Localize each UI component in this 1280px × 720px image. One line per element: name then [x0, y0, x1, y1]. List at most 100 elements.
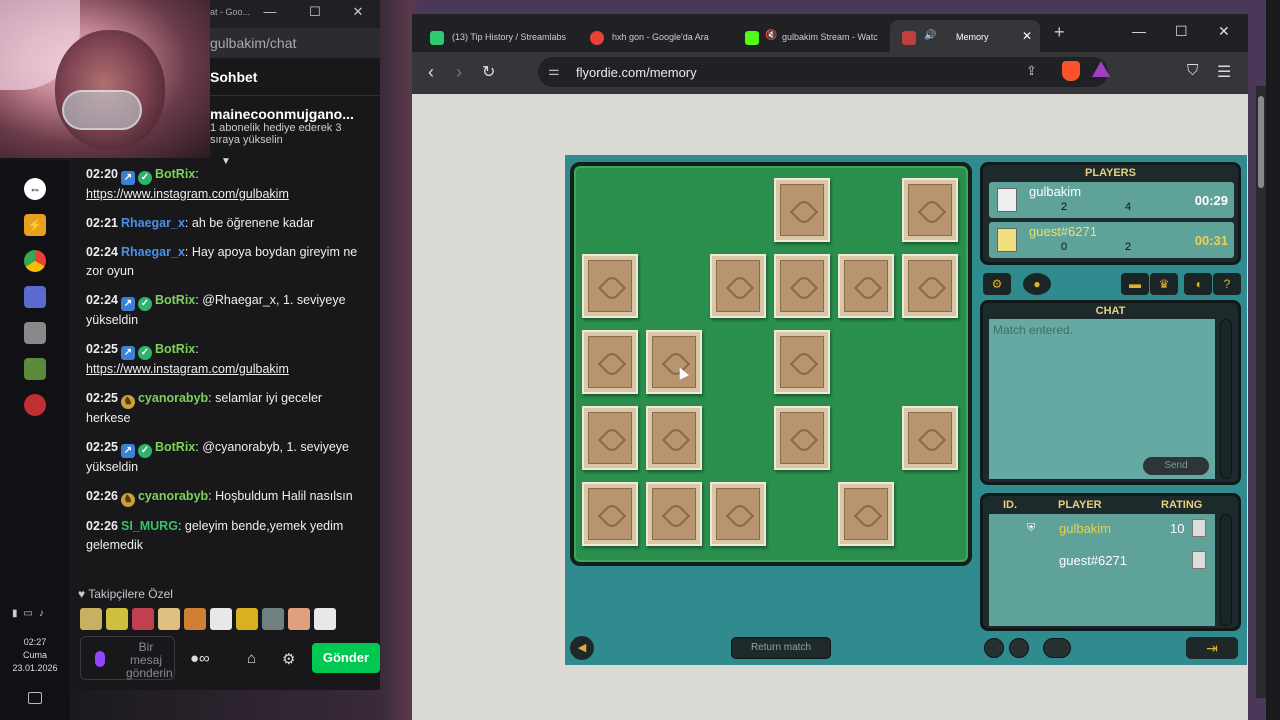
scrollbar-thumb[interactable]: [1258, 96, 1264, 188]
message-username[interactable]: Rhaegar_x: [121, 216, 185, 230]
message-username[interactable]: BotRix: [155, 167, 195, 181]
close-icon[interactable]: ✕: [1218, 23, 1230, 40]
url-field[interactable]: ⚌ flyordie.com/memory ⇪: [538, 57, 1108, 87]
reload-icon[interactable]: ↻: [482, 62, 495, 82]
notification-icon[interactable]: [28, 692, 42, 704]
store-icon[interactable]: ⌂: [247, 650, 256, 667]
exit-icon[interactable]: ⇥: [1186, 637, 1238, 659]
help-icon[interactable]: ?: [1213, 273, 1241, 295]
emote-icon[interactable]: [236, 608, 258, 630]
sound-icon[interactable]: ◀: [570, 636, 594, 660]
message-username[interactable]: cyanorabyb: [138, 391, 208, 405]
pinned-message[interactable]: mainecoonmujgano... 1 abonelik hediye ed…: [210, 98, 380, 156]
minimize-icon[interactable]: —: [1132, 23, 1146, 39]
message-username[interactable]: SI_MURG: [121, 519, 178, 533]
close-icon[interactable]: ✕: [348, 4, 368, 20]
chat-url-bar[interactable]: gulbakim/chat: [210, 28, 380, 58]
app-icon[interactable]: [24, 358, 46, 380]
app-icon[interactable]: ⇔: [24, 178, 46, 200]
site-settings-icon[interactable]: ⚌: [548, 63, 560, 79]
vpn-icon[interactable]: ⛉: [1187, 62, 1198, 79]
back-icon[interactable]: ‹: [428, 62, 434, 83]
app-icon[interactable]: [24, 322, 46, 344]
brave-shields-icon[interactable]: [1062, 61, 1080, 81]
table-icon[interactable]: ▬: [1121, 273, 1149, 295]
message-link[interactable]: https://www.instagram.com/gulbakim: [86, 362, 289, 376]
chat-input[interactable]: Bir mesaj gönderin: [80, 636, 175, 680]
tab-google[interactable]: hxh gon - Google'da Ara: [572, 20, 727, 52]
emote-icon[interactable]: [184, 608, 206, 630]
minimize-icon[interactable]: —: [260, 4, 280, 19]
taskbar-clock[interactable]: 02:27 Cuma 23.01.2026: [0, 636, 70, 675]
memory-card[interactable]: [582, 330, 638, 394]
message-username[interactable]: BotRix: [155, 342, 195, 356]
send-button[interactable]: Gönder: [312, 643, 380, 673]
message-link[interactable]: https://www.instagram.com/gulbakim: [86, 187, 289, 201]
memory-card[interactable]: [710, 254, 766, 318]
message-username[interactable]: BotRix: [155, 440, 195, 454]
settings-icon[interactable]: ⚙: [282, 650, 295, 668]
memory-card[interactable]: [902, 178, 958, 242]
emote-icon[interactable]: [210, 608, 232, 630]
memory-card[interactable]: [774, 406, 830, 470]
emote-icon[interactable]: [106, 608, 128, 630]
new-tab-icon[interactable]: +: [1054, 22, 1065, 43]
menu-icon[interactable]: ☰: [1217, 62, 1231, 82]
memory-card[interactable]: [774, 178, 830, 242]
status-icon[interactable]: [984, 638, 1004, 658]
message-username[interactable]: BotRix: [155, 293, 195, 307]
profile-icon[interactable]: [1009, 638, 1029, 658]
muted-speaker-icon[interactable]: 🔇: [765, 30, 777, 41]
memory-card[interactable]: [838, 482, 894, 546]
app-icon[interactable]: ⚡: [24, 214, 46, 236]
chrome-icon[interactable]: [24, 250, 46, 272]
emote-icon[interactable]: [262, 608, 284, 630]
tab-label: (13) Tip History / Streamlabs: [452, 32, 567, 42]
message-username[interactable]: cyanorabyb: [138, 489, 208, 503]
memory-card[interactable]: [582, 254, 638, 318]
forward-icon[interactable]: ›: [456, 62, 462, 83]
maximize-icon[interactable]: ☐: [1175, 23, 1188, 40]
settings-icon[interactable]: ⚙: [983, 273, 1011, 295]
memory-card[interactable]: [774, 330, 830, 394]
trophy-icon[interactable]: ♛: [1150, 273, 1178, 295]
memory-card[interactable]: [646, 330, 702, 394]
emote-icon[interactable]: [288, 608, 310, 630]
memory-card[interactable]: [646, 406, 702, 470]
effects-icon[interactable]: ●∞: [190, 650, 210, 667]
tab-kick[interactable]: 🔇 gulbakim Stream - Watc: [727, 20, 879, 52]
app-icon[interactable]: [24, 394, 46, 416]
coin-icon[interactable]: ●: [1023, 273, 1051, 295]
memory-card[interactable]: [902, 406, 958, 470]
ranking-scrollbar[interactable]: [1220, 514, 1232, 626]
share-icon[interactable]: ⇪: [1026, 63, 1037, 79]
rank-row[interactable]: guest#6271: [989, 546, 1215, 576]
close-tab-icon[interactable]: ✕: [1022, 29, 1032, 43]
memory-card[interactable]: [582, 406, 638, 470]
emote-icon[interactable]: [80, 608, 102, 630]
maximize-icon[interactable]: ☐: [305, 4, 325, 20]
tab-memory[interactable]: 🔊 Memory ✕: [890, 20, 1040, 52]
microphone-icon[interactable]: [95, 651, 105, 667]
speaker-icon[interactable]: 🔊: [924, 30, 936, 41]
return-match-button[interactable]: Return match: [731, 637, 831, 659]
app-icon[interactable]: [24, 286, 46, 308]
tab-streamlabs[interactable]: (13) Tip History / Streamlabs: [412, 20, 572, 52]
chat-bubble-icon[interactable]: ◖: [1184, 273, 1212, 295]
brave-rewards-icon[interactable]: [1092, 61, 1110, 77]
memory-card[interactable]: [902, 254, 958, 318]
emote-icon[interactable]: [158, 608, 180, 630]
info-icon[interactable]: [1043, 638, 1071, 658]
memory-card[interactable]: [710, 482, 766, 546]
memory-card[interactable]: [582, 482, 638, 546]
memory-card[interactable]: [774, 254, 830, 318]
emote-icon[interactable]: [314, 608, 336, 630]
chat-scrollbar[interactable]: [1220, 319, 1232, 479]
emote-icon[interactable]: [132, 608, 154, 630]
memory-card[interactable]: [646, 482, 702, 546]
memory-card[interactable]: [838, 254, 894, 318]
game-chat-send-button[interactable]: Send: [1143, 457, 1209, 475]
message-username[interactable]: Rhaegar_x: [121, 245, 185, 259]
system-tray-icons[interactable]: ▮▭♪: [12, 608, 50, 619]
rank-row[interactable]: ⛨ gulbakim 10: [989, 514, 1215, 544]
